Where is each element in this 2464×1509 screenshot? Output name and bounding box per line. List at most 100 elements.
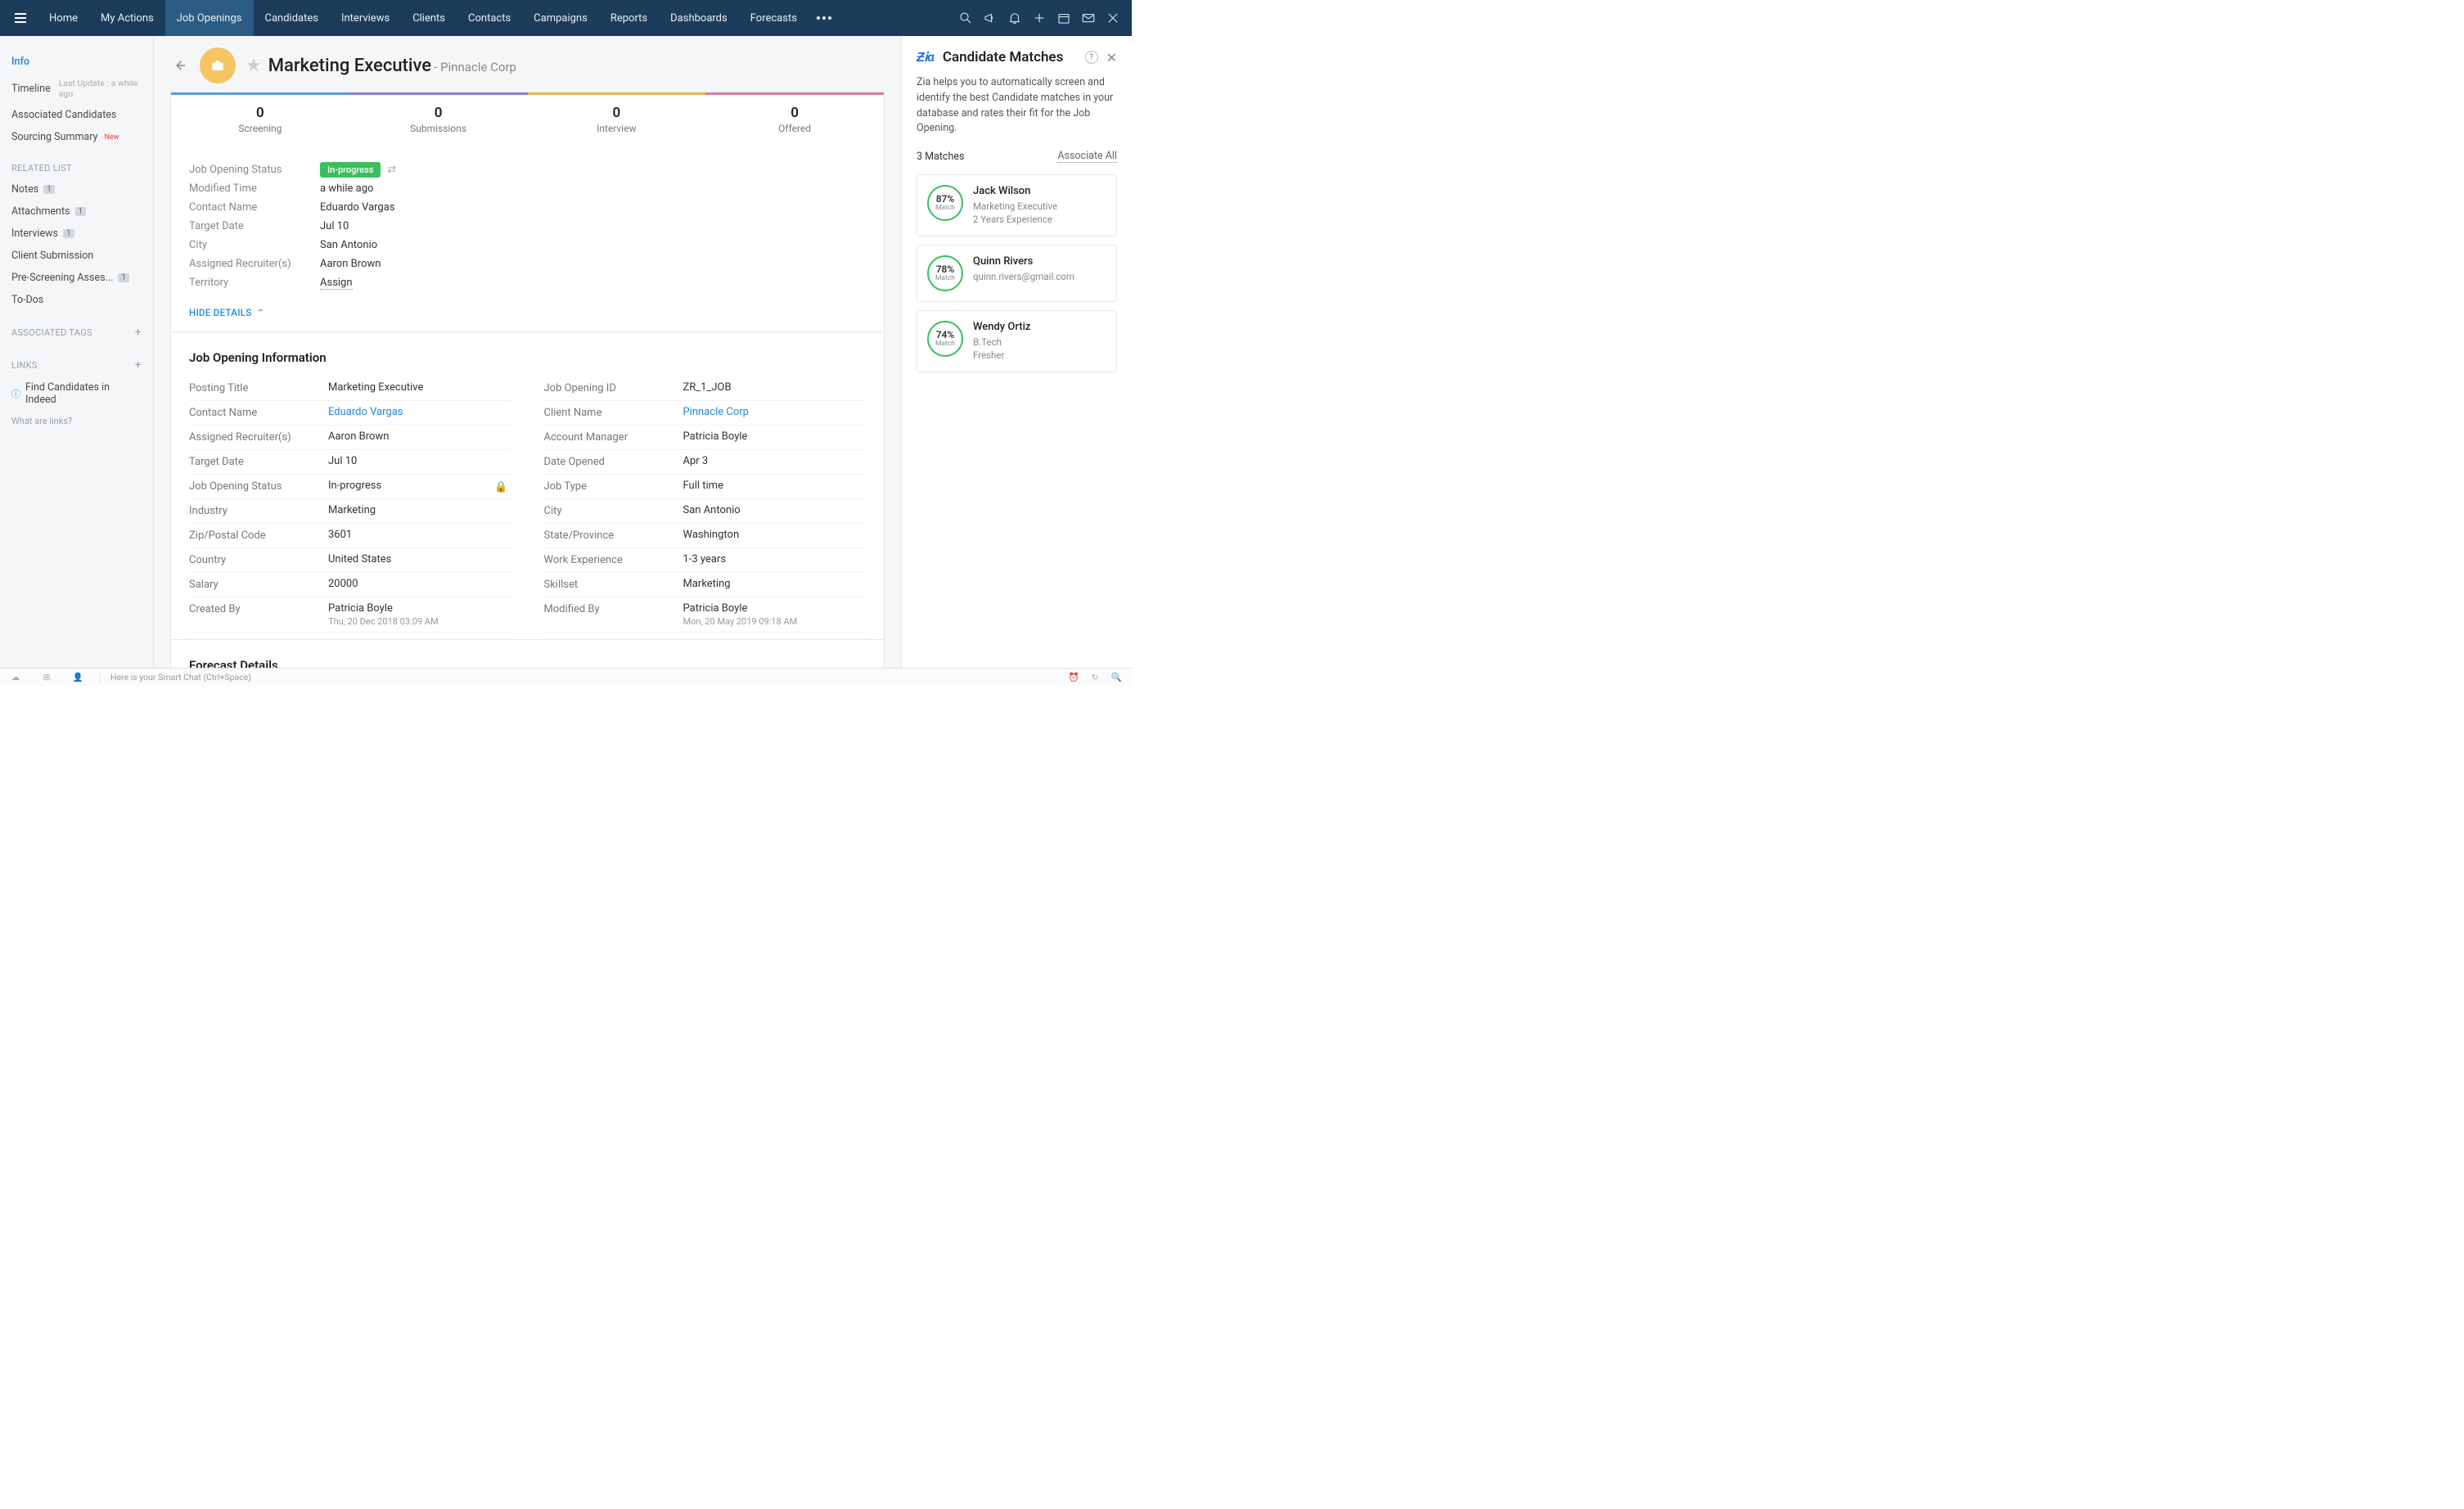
bottom-bar: ☁ ⊞ 👤 Here is your Smart Chat (Ctrl+Spac… [0,668,1132,686]
summary-card: Job Opening Status In-progress⇄ Modified… [170,146,885,332]
bottom-icon-3[interactable]: 👤 [72,672,83,683]
bottom-icon-1[interactable]: ☁ [10,672,21,683]
close-icon[interactable]: ✕ [1106,50,1117,65]
field-account-manager: Account ManagerPatricia Boyle [544,426,867,450]
match-detail: Marketing Executive [973,200,1057,213]
status-badge: In-progress [320,162,381,178]
pipeline-stage-screening[interactable]: 0Screening [171,95,349,146]
sidebar-client-submission[interactable]: Client Submission [11,245,142,267]
match-name: Quinn Rivers [973,255,1074,268]
plus-icon[interactable] [1027,6,1052,30]
stage-count: 0 [705,105,884,121]
lock-icon: 🔒 [494,481,507,493]
field-posting-title: Posting TitleMarketing Executive [189,376,511,401]
sidebar-associated-candidates[interactable]: Associated Candidates [11,104,142,126]
add-link-icon[interactable]: + [135,358,142,372]
back-button[interactable] [170,56,190,75]
pipeline-card: 0Screening0Submissions0Interview0Offered [170,92,885,146]
timeline-subtext: Last Update : a while ago [59,78,142,99]
smart-chat-hint[interactable]: Here is your Smart Chat (Ctrl+Space) [100,672,1068,682]
match-score-ring: 74%Match [927,321,963,357]
pipeline-stage-submissions[interactable]: 0Submissions [349,95,528,146]
nav-my-actions[interactable]: My Actions [89,0,165,36]
nav-forecasts[interactable]: Forecasts [739,0,809,36]
hide-details-toggle[interactable]: HIDE DETAILS ⌃ [171,299,884,331]
count-badge: 1 [118,273,129,282]
mail-icon[interactable] [1076,6,1101,30]
status-extra-icon[interactable]: ⇄ [387,164,396,176]
section-heading: Job Opening Information [189,350,866,365]
match-detail: 2 Years Experience [973,213,1057,226]
nav-contacts[interactable]: Contacts [457,0,522,36]
tools-icon[interactable] [1101,6,1125,30]
stage-count: 0 [171,105,349,121]
nav-clients[interactable]: Clients [401,0,457,36]
bottom-icon-2[interactable]: ⊞ [41,672,52,683]
new-badge: New [104,133,119,142]
sidebar-info[interactable]: Info [11,51,142,73]
chevron-up-icon: ⌃ [257,307,265,318]
more-menu[interactable] [809,16,840,20]
zoom-icon[interactable]: 🔍 [1110,672,1122,683]
field-assigned-recruiter-s-: Assigned Recruiter(s)Aaron Brown [189,426,511,450]
favorite-star-icon[interactable]: ★ [245,56,262,76]
search-icon[interactable] [953,6,978,30]
nav-job-openings[interactable]: Job Openings [165,0,254,36]
page-subtitle: - Pinnacle Corp [434,60,516,74]
nav-reports[interactable]: Reports [599,0,659,36]
pipeline-stage-interview[interactable]: 0 Interview [528,95,706,146]
stage-count: 0 [528,105,706,121]
refresh-icon[interactable]: ↻ [1089,672,1101,683]
match-card[interactable]: 74%MatchWendy OrtizB.TechFresher [917,310,1117,372]
summary-target: Target DateJul 10 [189,217,866,236]
sidebar-attachments[interactable]: Attachments1 [11,200,142,223]
nav-interviews[interactable]: Interviews [330,0,401,36]
field-link[interactable]: Eduardo Vargas [328,406,403,418]
field-link[interactable]: Pinnacle Corp [683,406,749,418]
related-list-heading: RELATED LIST [11,148,142,178]
sidebar-prescreening[interactable]: Pre-Screening Asses...1 [11,267,142,289]
clock-icon[interactable]: ⏰ [1068,672,1079,683]
associate-all-link[interactable]: Associate All [1057,150,1117,163]
help-icon[interactable]: ? [1085,51,1098,64]
match-detail: Fresher [973,349,1030,362]
field-state-province: State/ProvinceWashington [544,524,867,548]
nav-campaigns[interactable]: Campaigns [522,0,599,36]
assign-territory-link[interactable]: Assign [320,277,353,290]
calendar-icon[interactable] [1052,6,1076,30]
pipeline-stage-offered[interactable]: 0Offered [705,95,884,146]
links-heading: LINKS + [11,344,142,376]
sidebar-sourcing-summary[interactable]: Sourcing SummaryNew [11,126,142,148]
sidebar-timeline[interactable]: Timeline Last Update : a while ago [11,73,142,104]
field-job-opening-status: Job Opening StatusIn-progress🔒 [189,475,511,499]
job-avatar-icon [200,47,236,83]
sidebar-todos[interactable]: To-Dos [11,289,142,311]
menu-icon[interactable] [13,9,31,27]
top-nav: HomeMy ActionsJob OpeningsCandidatesInte… [0,0,1132,36]
match-score-ring: 87%Match [927,185,963,221]
stage-count: 0 [349,105,528,121]
announce-icon[interactable] [978,6,1002,30]
field-target-date: Target DateJul 10 [189,450,511,475]
nav-home[interactable]: Home [38,0,89,36]
nav-candidates[interactable]: Candidates [254,0,330,36]
what-are-links[interactable]: What are links? [11,416,142,426]
page-title: Marketing Executive - Pinnacle Corp [268,56,516,76]
nav-dashboards[interactable]: Dashboards [659,0,739,36]
left-sidebar: Info Timeline Last Update : a while ago … [0,36,154,668]
match-name: Jack Wilson [973,185,1057,197]
field-subtext: Mon, 20 May 2019 09:18 AM [683,616,867,627]
sidebar-interviews[interactable]: Interviews1 [11,223,142,245]
field-job-type: Job TypeFull time [544,475,867,499]
summary-status: Job Opening Status In-progress⇄ [189,160,866,179]
count-badge: 1 [75,207,87,216]
match-card[interactable]: 87%Match Jack Wilson Marketing Executive2 … [917,174,1117,236]
bell-icon[interactable] [1002,6,1027,30]
match-count: 3 Matches [917,151,964,163]
match-card[interactable]: 78%MatchQuinn Riversquinn.rivers@gmail.c… [917,245,1117,302]
sidebar-find-indeed[interactable]: ⓘ Find Candidates in Indeed [11,376,142,411]
sidebar-notes[interactable]: Notes1 [11,178,142,200]
stage-label: Interview [528,123,706,134]
field-subtext: Thu, 20 Dec 2018 03:09 AM [328,616,511,627]
add-tag-icon[interactable]: + [135,326,142,339]
